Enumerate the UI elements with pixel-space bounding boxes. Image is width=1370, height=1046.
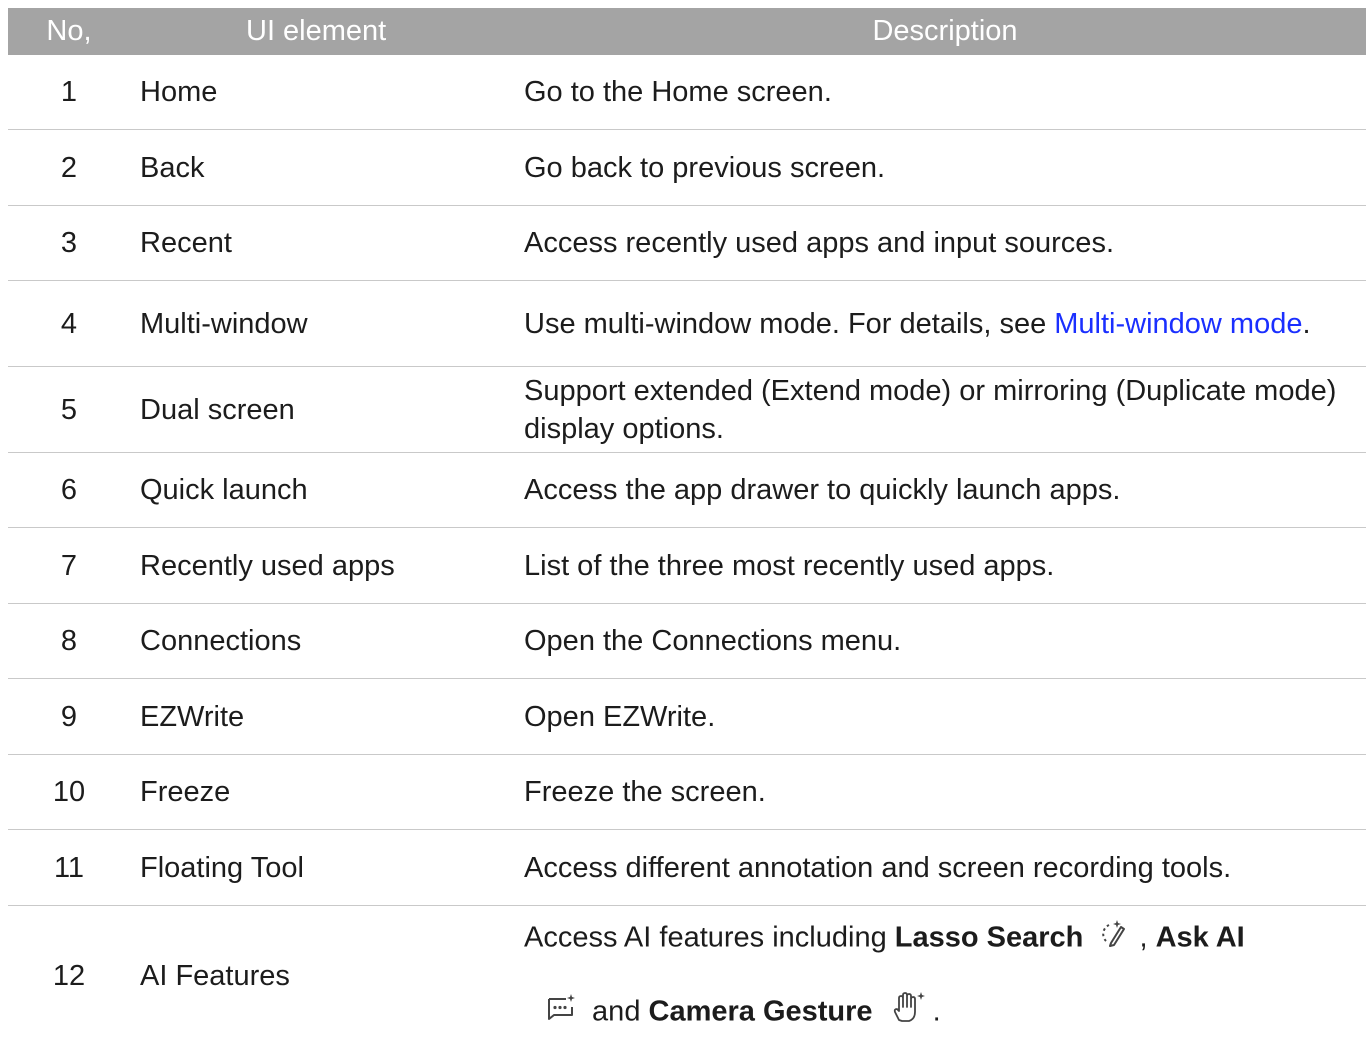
row-ui-element: Back <box>140 151 205 184</box>
row-no: 9 <box>60 700 78 733</box>
table-row: 3 Recent Access recently used apps and i… <box>8 206 1366 281</box>
row-description: Access the app drawer to quickly launch … <box>524 474 1121 506</box>
ask-ai-label: Ask AI <box>1155 921 1245 954</box>
table-row: 9 EZWrite Open EZWrite. <box>8 679 1366 755</box>
table-row: 10 Freeze Freeze the screen. <box>8 755 1366 830</box>
row-ui-element: Connections <box>140 625 302 657</box>
header-description: Description <box>872 15 1018 47</box>
row-no: 2 <box>60 151 78 184</box>
row-description: Go to the Home screen. <box>524 76 832 108</box>
table-row: 4 Multi-window Use multi-window mode. Fo… <box>8 281 1366 367</box>
row-description: Open the Connections menu. <box>524 625 902 657</box>
ui-element-table: No, UI element Description 1 Home Go to … <box>8 8 1366 1046</box>
row-ui-element: Dual screen <box>140 393 295 426</box>
row-ui-element: Home <box>140 76 218 108</box>
table-header: No, UI element Description <box>8 8 1366 55</box>
row-ui-element: Floating Tool <box>140 851 304 884</box>
row-description: List of the three most recently used app… <box>524 549 1055 582</box>
row-ui-element: AI Features <box>140 960 290 992</box>
lasso-search-label: Lasso Search <box>894 921 1084 954</box>
table-row: 1 Home Go to the Home screen. <box>8 55 1366 130</box>
header-no: No, <box>46 15 92 47</box>
row-no: 1 <box>60 76 78 108</box>
description-text: Access AI features including <box>524 921 895 954</box>
table-row: 12 AI Features Access AI features includ… <box>8 906 1366 1046</box>
row-no: 11 <box>53 851 85 884</box>
multi-window-mode-link[interactable]: Multi-window mode <box>1054 308 1302 340</box>
row-no: 7 <box>60 549 78 582</box>
row-ui-element: Recent <box>140 227 232 259</box>
row-ui-element: Multi-window <box>140 307 308 340</box>
row-no: 12 <box>52 960 86 992</box>
row-no: 8 <box>60 625 78 657</box>
row-no: 3 <box>60 227 78 259</box>
row-ui-element: Freeze <box>140 776 231 808</box>
hand-sparkle-icon <box>887 990 927 1036</box>
chat-sparkle-icon <box>544 991 578 1035</box>
row-description: Freeze the screen. <box>524 776 766 808</box>
description-end: . <box>932 995 941 1028</box>
table-row: 2 Back Go back to previous screen. <box>8 130 1366 206</box>
table-row: 6 Quick launch Access the app drawer to … <box>8 453 1366 528</box>
row-description: Open EZWrite. <box>524 700 716 733</box>
row-description: Go back to previous screen. <box>524 151 886 184</box>
description-text: Use multi-window mode. For details, see <box>524 307 1055 340</box>
row-description: Access AI features including Lasso Searc… <box>524 916 1366 1036</box>
row-description: Use multi-window mode. For details, see … <box>524 305 1366 343</box>
table-row: 5 Dual screen Support extended (Extend m… <box>8 367 1366 453</box>
camera-gesture-label: Camera Gesture <box>648 995 873 1028</box>
row-description: Access recently used apps and input sour… <box>524 227 1114 259</box>
table-row: 8 Connections Open the Connections menu. <box>8 604 1366 679</box>
lasso-pen-icon <box>1097 916 1133 962</box>
header-ui-element: UI element <box>246 15 387 47</box>
row-no: 5 <box>60 393 78 426</box>
row-ui-element: Recently used apps <box>140 549 395 582</box>
row-ui-element: Quick launch <box>140 474 308 506</box>
separator-text: , <box>1139 921 1156 954</box>
row-description: Access different annotation and screen r… <box>524 851 1232 884</box>
table-row: 7 Recently used apps List of the three m… <box>8 528 1366 604</box>
row-no: 10 <box>52 776 86 808</box>
and-text: and <box>584 995 649 1028</box>
row-no: 4 <box>60 307 78 340</box>
row-no: 6 <box>60 474 78 506</box>
row-description: Support extended (Extend mode) or mirror… <box>524 374 1337 445</box>
description-end: . <box>1302 307 1311 340</box>
row-ui-element: EZWrite <box>140 700 245 733</box>
table-row: 11 Floating Tool Access different annota… <box>8 830 1366 906</box>
